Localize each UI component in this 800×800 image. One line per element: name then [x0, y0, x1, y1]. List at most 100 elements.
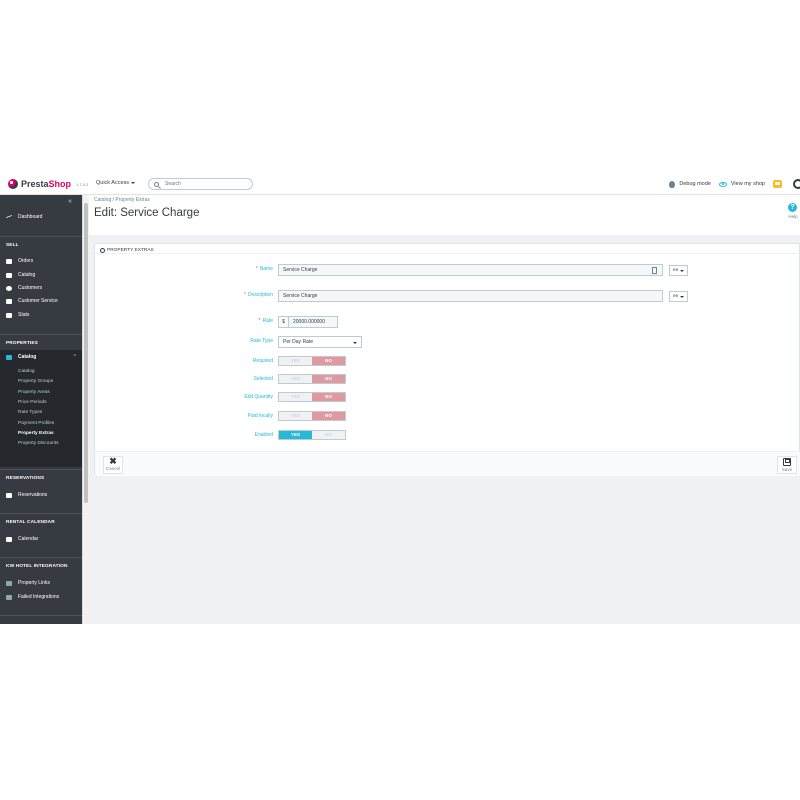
description-label: * Description: [244, 292, 273, 298]
sidebar-item-label: Calendar: [18, 536, 39, 542]
caret-down-icon: [680, 269, 685, 272]
rate-type-label: Rate Type: [250, 338, 273, 344]
breadcrumb-link-property-extras[interactable]: Property Extras: [115, 197, 149, 203]
description-field[interactable]: Service Charge: [278, 290, 663, 302]
search-input[interactable]: [165, 181, 245, 187]
sidebar-scrollbar[interactable]: [82, 195, 88, 624]
sidebar-item-dashboard[interactable]: Dashboard: [6, 214, 42, 220]
enabled-switch[interactable]: YES NO: [278, 430, 346, 440]
prestashop-logo-icon: [8, 179, 18, 189]
rate-label-text: Rate: [262, 318, 273, 324]
sidebar-subitem-property-areas[interactable]: Property Areas: [18, 390, 50, 395]
switch-yes[interactable]: YES: [279, 357, 312, 365]
sidebar-subitem-payment-profiles[interactable]: Payment Profiles: [18, 421, 54, 426]
sidebar-section-reservations: RESERVATIONS: [6, 476, 45, 481]
sidebar-section-sell: SELL: [6, 243, 19, 248]
reservations-icon: [6, 492, 12, 498]
required-switch[interactable]: YES NO: [278, 356, 346, 366]
enabled-label: Enabled: [254, 432, 273, 438]
sidebar-subitem-property-extras[interactable]: Property Extras: [18, 431, 54, 436]
app-window: PrestaShop 1.7.4.2 Quick Access Debug mo…: [0, 173, 800, 624]
sidebar-item-stats[interactable]: Stats: [6, 312, 29, 318]
sidebar-item-property-links[interactable]: Property Links: [6, 580, 50, 586]
sidebar-subitem-property-discounts[interactable]: Property Discounts: [18, 441, 59, 446]
description-language-dropdown[interactable]: en: [669, 291, 689, 302]
sidebar-scrollbar-thumb[interactable]: [84, 203, 88, 503]
sidebar-section-rental-calendar: RENTAL CALENDAR: [6, 520, 55, 525]
rate-row: * Rate $ 20000.000000: [95, 316, 800, 328]
sidebar-item-label: Catalog: [18, 272, 36, 278]
sidebar-item-calendar[interactable]: Calendar: [6, 536, 38, 542]
notifications-icon[interactable]: [773, 180, 782, 188]
caret-down-icon: [680, 295, 685, 298]
sidebar-item-reservations[interactable]: Reservations: [6, 492, 47, 498]
chat-icon: [6, 298, 12, 304]
sidebar-divider: [0, 469, 82, 470]
required-label: Required: [252, 358, 273, 364]
logo-text: PrestaShop: [21, 179, 71, 189]
breadcrumb-separator: /: [112, 197, 115, 203]
calendar-icon: [6, 536, 12, 542]
logo-text-presta: Presta: [21, 179, 49, 189]
sidebar-item-failed-integrations[interactable]: Failed Integrations: [6, 594, 59, 600]
name-language-dropdown[interactable]: en: [669, 265, 689, 276]
rate-type-select[interactable]: Per Day Rate: [278, 336, 362, 348]
switch-no[interactable]: NO: [312, 431, 345, 439]
description-value: Service Charge: [283, 293, 318, 299]
sidebar-item-label: Failed Integrations: [18, 594, 60, 600]
sidebar-subitem-price-periods[interactable]: Price Periods: [18, 400, 47, 405]
debug-mode-link[interactable]: Debug mode: [669, 180, 711, 188]
switch-yes[interactable]: YES: [279, 393, 312, 401]
selected-label: Selected: [253, 376, 273, 382]
trending-icon: [6, 214, 12, 220]
selected-switch[interactable]: YES NO: [278, 374, 346, 384]
sidebar-subitem-rate-types[interactable]: Rate Types: [18, 410, 42, 415]
name-row: * Name Service Charge en: [95, 264, 800, 276]
paid-locally-switch[interactable]: YES NO: [278, 411, 346, 421]
save-button[interactable]: Save: [777, 456, 797, 474]
collapse-sidebar-icon[interactable]: «: [68, 198, 72, 205]
cancel-button[interactable]: ✖ Cancel: [103, 456, 123, 474]
required-row: Required YES NO: [95, 356, 800, 368]
switch-yes[interactable]: YES: [279, 412, 312, 420]
language-code: en: [673, 268, 679, 273]
help-button[interactable]: ? Help: [786, 203, 800, 219]
catalog-icon: [6, 354, 12, 360]
prestashop-logo[interactable]: PrestaShop: [8, 178, 71, 190]
panel-footer: ✖ Cancel Save: [95, 451, 800, 476]
switch-no[interactable]: NO: [312, 393, 345, 401]
sidebar-subitem-property-groups[interactable]: Property Groups: [18, 379, 53, 384]
view-shop-label: View my shop: [730, 181, 765, 187]
quick-access-label: Quick Access: [96, 180, 130, 186]
panel-heading: PROPERTY EXTRAS: [95, 244, 800, 254]
quick-access-dropdown[interactable]: Quick Access: [96, 180, 136, 186]
caret-down-icon: [131, 182, 136, 184]
sidebar-divider: [0, 615, 82, 616]
switch-no[interactable]: NO: [312, 412, 345, 420]
sidebar-item-customers[interactable]: Customers: [6, 285, 42, 291]
sidebar: « Dashboard SELL Orders Catalog Customer…: [0, 195, 82, 624]
cancel-label: Cancel: [105, 466, 120, 471]
paid-locally-label: Paid locally: [247, 413, 273, 419]
switch-no[interactable]: NO: [312, 357, 345, 365]
user-avatar-icon[interactable]: [793, 179, 800, 189]
sidebar-item-orders[interactable]: Orders: [6, 258, 33, 264]
switch-yes[interactable]: YES: [279, 375, 312, 383]
search-icon[interactable]: [154, 181, 159, 187]
sidebar-item-catalog[interactable]: Catalog: [6, 272, 35, 278]
help-icon: ?: [788, 203, 797, 212]
logo-text-shop: Shop: [48, 179, 72, 189]
sidebar-item-label: Orders: [18, 258, 34, 264]
switch-no[interactable]: NO: [312, 375, 345, 383]
sidebar-item-properties-catalog[interactable]: Catalog ^: [0, 350, 82, 365]
view-shop-link[interactable]: View my shop: [718, 181, 765, 187]
rate-type-value: Per Day Rate: [283, 339, 314, 345]
header-actions: Debug mode View my shop: [669, 179, 800, 189]
rate-input[interactable]: 20000.000000: [288, 316, 338, 328]
sidebar-subitem-catalog[interactable]: Catalog: [18, 369, 35, 374]
name-field[interactable]: Service Charge: [278, 264, 663, 276]
sidebar-item-customer-service[interactable]: Customer Service: [6, 298, 58, 304]
edit-quantity-switch[interactable]: YES NO: [278, 392, 346, 402]
switch-yes[interactable]: YES: [279, 431, 312, 439]
breadcrumb-link-catalog[interactable]: Catalog: [94, 197, 111, 203]
